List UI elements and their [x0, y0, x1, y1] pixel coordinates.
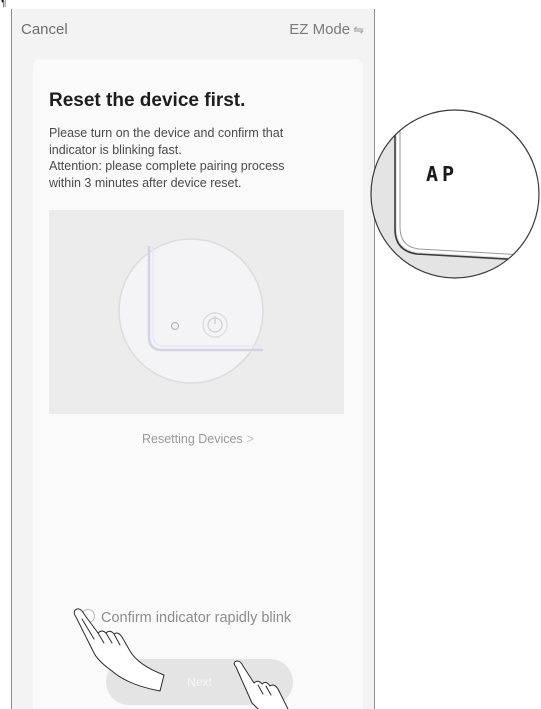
indicator-zoom-callout: AP [370, 109, 540, 279]
tapping-hand-icon [233, 660, 289, 709]
instruction-text: Please turn on the device and confirm th… [49, 125, 349, 191]
corner-mark: ¶ [1, 0, 7, 9]
description-line: Attention: please complete pairing proce… [49, 159, 285, 173]
description-line: Please turn on the device and confirm th… [49, 126, 284, 140]
phone-screen: Cancel EZ Mode ⇋ Reset the device first. … [11, 9, 375, 709]
swap-icon: ⇋ [353, 22, 364, 37]
description-line: indicator is blinking fast. [49, 142, 182, 157]
indicator-display-text: AP [426, 162, 458, 186]
pointing-hand-icon [73, 608, 165, 692]
ez-mode-label: EZ Mode [289, 21, 351, 38]
ez-mode-button[interactable]: EZ Mode ⇋ [289, 21, 364, 38]
page-title: Reset the device first. [49, 90, 246, 111]
resetting-devices-link[interactable]: Resetting Devices > [33, 432, 363, 446]
cancel-button[interactable]: Cancel [21, 21, 68, 38]
resetting-devices-label: Resetting Devices [141, 432, 243, 446]
chevron-right-icon: > [246, 432, 255, 446]
device-illustration [49, 210, 344, 414]
description-line: within 3 minutes after device reset. [49, 175, 242, 190]
top-bar: Cancel EZ Mode ⇋ [12, 9, 374, 53]
device-reset-image [49, 210, 344, 414]
